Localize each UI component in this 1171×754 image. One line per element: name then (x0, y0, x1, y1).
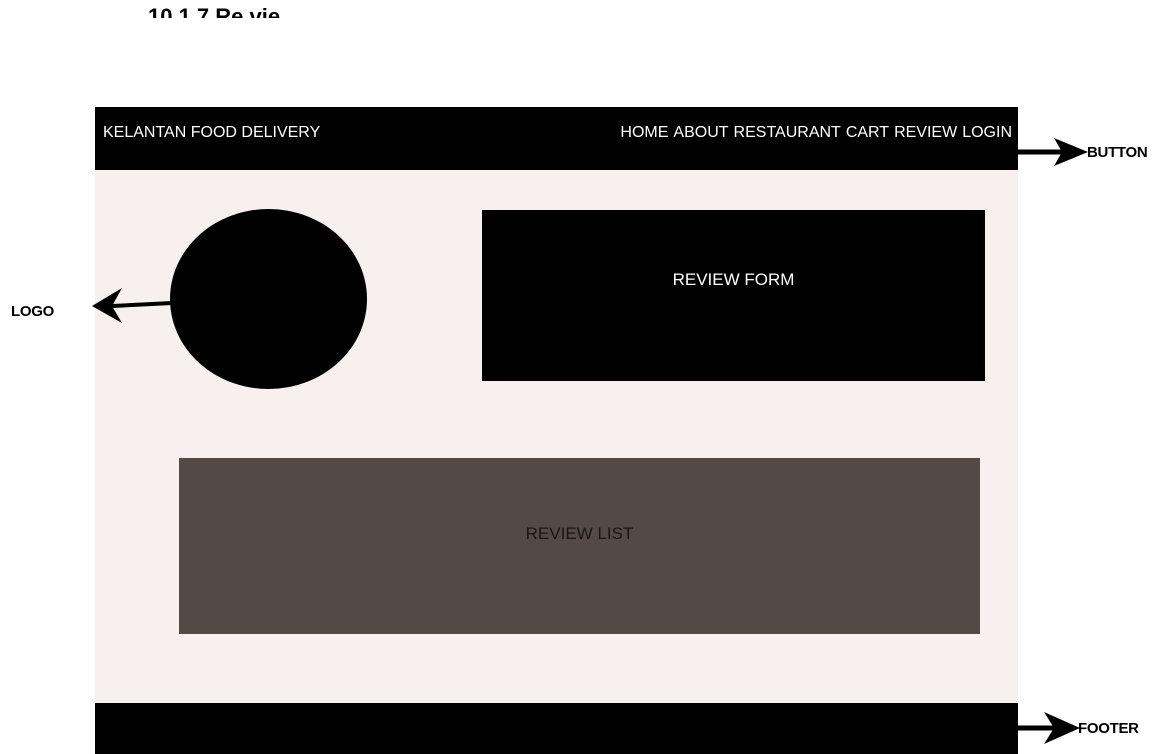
button-annotation: BUTTON (1087, 144, 1148, 161)
footer-annotation: FOOTER (1078, 720, 1139, 737)
annotation-arrows (92, 138, 1088, 744)
logo-annotation: LOGO (11, 303, 54, 320)
logo-arrow-icon (92, 288, 173, 323)
footer-arrow-icon (1018, 712, 1080, 744)
button-arrow-icon (1018, 138, 1088, 166)
